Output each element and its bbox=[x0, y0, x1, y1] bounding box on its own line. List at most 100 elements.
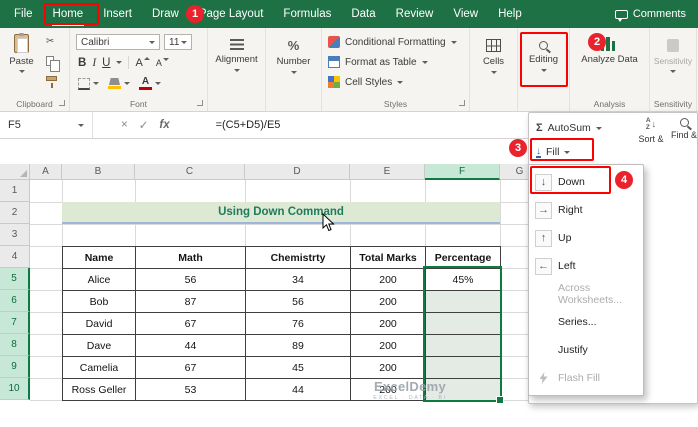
cell-e4[interactable]: Total Marks bbox=[351, 247, 426, 269]
menu-item-justify[interactable]: Justify bbox=[529, 336, 643, 364]
font-dialog-launcher-icon[interactable] bbox=[197, 100, 203, 106]
alignment-button[interactable]: Alignment bbox=[208, 28, 265, 111]
tab-help[interactable]: Help bbox=[488, 0, 532, 28]
cell-e8[interactable]: 200 bbox=[351, 335, 426, 357]
insert-function-button[interactable]: fx bbox=[159, 119, 169, 131]
active-cell-f5[interactable]: 45% bbox=[426, 269, 501, 291]
cell-e6[interactable]: 200 bbox=[351, 291, 426, 313]
sort-filter-button[interactable]: A Z ↓ Sort & bbox=[635, 117, 667, 144]
cell-f9[interactable] bbox=[426, 357, 501, 379]
cells-button[interactable]: Cells bbox=[470, 28, 517, 111]
cell-c8[interactable]: 44 bbox=[136, 335, 246, 357]
row-header-3[interactable]: 3 bbox=[0, 224, 30, 246]
menu-item-up[interactable]: ↑ Up bbox=[529, 224, 643, 252]
col-header-d[interactable]: D bbox=[245, 164, 350, 180]
cell-e5[interactable]: 200 bbox=[351, 269, 426, 291]
fill-color-button[interactable] bbox=[108, 78, 130, 89]
cell-c5[interactable]: 56 bbox=[136, 269, 246, 291]
row-header-1[interactable]: 1 bbox=[0, 180, 30, 202]
cell-b5[interactable]: Alice bbox=[63, 269, 136, 291]
tab-home[interactable]: Home bbox=[43, 0, 94, 28]
cell-d8[interactable]: 89 bbox=[246, 335, 351, 357]
autosum-button[interactable]: Σ AutoSum bbox=[536, 118, 602, 138]
cell-styles-button[interactable]: Cell Styles bbox=[328, 73, 404, 91]
formula-input[interactable]: =(C5+D5)/E5 bbox=[216, 119, 281, 131]
menu-item-left[interactable]: ← Left bbox=[529, 252, 643, 280]
cell-f10[interactable] bbox=[426, 379, 501, 401]
cell-b4[interactable]: Name bbox=[63, 247, 136, 269]
cell-f8[interactable] bbox=[426, 335, 501, 357]
tab-review[interactable]: Review bbox=[386, 0, 444, 28]
fill-button[interactable]: ↓ Fill bbox=[536, 142, 571, 162]
cell-c6[interactable]: 87 bbox=[136, 291, 246, 313]
cell-f4[interactable]: Percentage bbox=[426, 247, 501, 269]
col-header-f[interactable]: F bbox=[425, 164, 500, 180]
format-as-table-button[interactable]: Format as Table bbox=[328, 53, 428, 71]
tab-insert[interactable]: Insert bbox=[93, 0, 142, 28]
italic-button[interactable]: I bbox=[92, 57, 96, 69]
col-header-e[interactable]: E bbox=[350, 164, 425, 180]
menu-item-right[interactable]: → Right bbox=[529, 196, 643, 224]
underline-button[interactable]: U bbox=[102, 57, 110, 69]
cell-c4[interactable]: Math bbox=[136, 247, 246, 269]
find-select-button[interactable]: Find & bbox=[670, 118, 698, 140]
format-painter-button[interactable] bbox=[46, 76, 57, 88]
cancel-button[interactable]: × bbox=[121, 119, 128, 131]
cell-d9[interactable]: 45 bbox=[246, 357, 351, 379]
col-header-c[interactable]: C bbox=[135, 164, 245, 180]
bold-button[interactable]: B bbox=[78, 57, 86, 69]
styles-dialog-launcher-icon[interactable] bbox=[459, 100, 465, 106]
conditional-formatting-button[interactable]: Conditional Formatting bbox=[328, 33, 457, 51]
tab-formulas[interactable]: Formulas bbox=[273, 0, 341, 28]
borders-button[interactable] bbox=[78, 77, 99, 90]
comments-button[interactable]: Comments bbox=[614, 8, 686, 22]
cell-b7[interactable]: David bbox=[63, 313, 136, 335]
row-header-4[interactable]: 4 bbox=[0, 246, 30, 268]
tab-file[interactable]: File bbox=[4, 0, 43, 28]
paste-button[interactable]: Paste bbox=[3, 33, 40, 73]
row-header-8[interactable]: 8 bbox=[0, 334, 30, 356]
cell-b6[interactable]: Bob bbox=[63, 291, 136, 313]
cell-e10[interactable]: 200 bbox=[351, 379, 426, 401]
cell-f7[interactable] bbox=[426, 313, 501, 335]
cell-f6[interactable] bbox=[426, 291, 501, 313]
cell-b8[interactable]: Dave bbox=[63, 335, 136, 357]
decrease-font-size-button[interactable]: A bbox=[156, 57, 169, 68]
row-header-2[interactable]: 2 bbox=[0, 202, 30, 224]
cell-b10[interactable]: Ross Geller bbox=[63, 379, 136, 401]
cell-d6[interactable]: 56 bbox=[246, 291, 351, 313]
row-header-5[interactable]: 5 bbox=[0, 268, 30, 290]
row-header-10[interactable]: 10 bbox=[0, 378, 30, 400]
cell-d10[interactable]: 44 bbox=[246, 379, 351, 401]
cell-d7[interactable]: 76 bbox=[246, 313, 351, 335]
font-color-button[interactable]: A bbox=[139, 77, 161, 90]
editing-button[interactable]: Editing bbox=[518, 28, 569, 111]
font-size-select[interactable]: 11 bbox=[164, 34, 192, 50]
number-button[interactable]: % Number bbox=[266, 28, 321, 111]
cell-e7[interactable]: 200 bbox=[351, 313, 426, 335]
cell-d5[interactable]: 34 bbox=[246, 269, 351, 291]
cell-e9[interactable]: 200 bbox=[351, 357, 426, 379]
font-family-select[interactable]: Calibri bbox=[76, 34, 160, 50]
cell-d4[interactable]: Chemistrty bbox=[246, 247, 351, 269]
cell-c9[interactable]: 67 bbox=[136, 357, 246, 379]
cut-button[interactable]: ✂ bbox=[46, 36, 54, 47]
cell-c7[interactable]: 67 bbox=[136, 313, 246, 335]
enter-button[interactable]: ✓ bbox=[139, 118, 149, 132]
col-header-b[interactable]: B bbox=[62, 164, 135, 180]
tab-draw[interactable]: Draw bbox=[142, 0, 189, 28]
name-box[interactable]: F5 bbox=[0, 112, 93, 138]
clipboard-dialog-launcher-icon[interactable] bbox=[59, 100, 65, 106]
cell-c10[interactable]: 53 bbox=[136, 379, 246, 401]
col-header-a[interactable]: A bbox=[30, 164, 62, 180]
copy-button[interactable] bbox=[46, 56, 60, 72]
title-cell[interactable]: Using Down Command bbox=[62, 202, 500, 224]
row-header-9[interactable]: 9 bbox=[0, 356, 30, 378]
tab-data[interactable]: Data bbox=[341, 0, 385, 28]
row-header-6[interactable]: 6 bbox=[0, 290, 30, 312]
cell-b9[interactable]: Camelia bbox=[63, 357, 136, 379]
increase-font-size-button[interactable]: A bbox=[135, 56, 150, 69]
select-all-corner[interactable] bbox=[0, 164, 30, 180]
menu-item-series[interactable]: Series... bbox=[529, 308, 643, 336]
tab-view[interactable]: View bbox=[443, 0, 488, 28]
